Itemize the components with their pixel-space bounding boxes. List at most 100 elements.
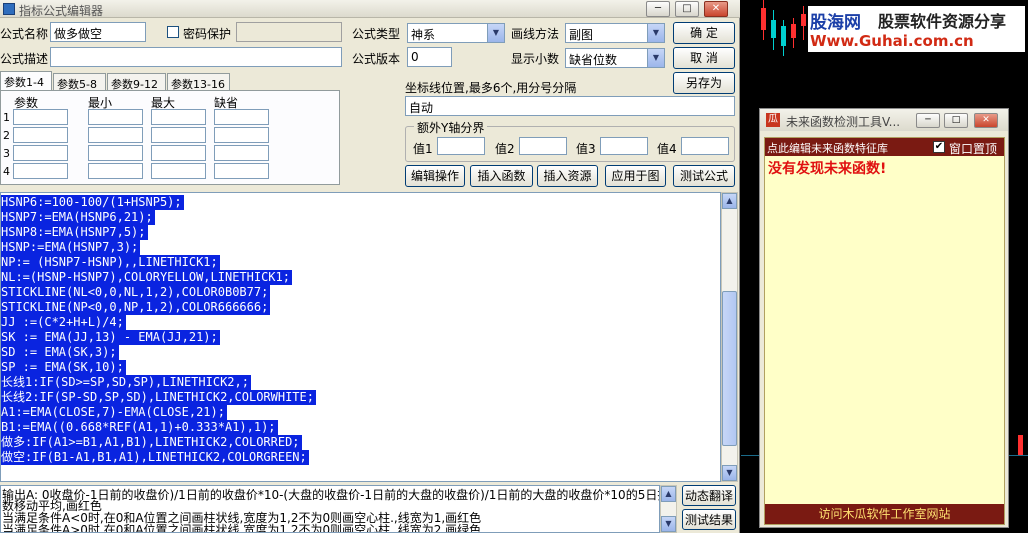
candle: [761, 8, 766, 30]
password-checkbox[interactable]: [167, 26, 179, 38]
type-select[interactable]: 神系 ▼: [407, 23, 505, 43]
param-row-number: 4: [3, 165, 10, 178]
extra-y-axis-title: 额外Y轴分界: [414, 119, 488, 136]
logo-url: Www.Guhai.com.cn: [810, 32, 974, 50]
param-row-number: 3: [3, 147, 10, 160]
param-1-name-input[interactable]: [13, 109, 68, 125]
param-2-max-input[interactable]: [151, 127, 206, 143]
test-formula-button[interactable]: 测试公式: [673, 165, 735, 187]
axis-value2-label: 值2: [495, 142, 515, 156]
decimal-label: 显示小数: [511, 52, 560, 66]
param-3-default-input[interactable]: [214, 145, 269, 161]
axis-value3-input[interactable]: [600, 137, 648, 155]
name-field[interactable]: 做多做空: [50, 22, 146, 42]
axis-field[interactable]: 自动: [405, 96, 735, 116]
visit-website-link[interactable]: 访问木瓜软件工作室网站: [765, 504, 1004, 524]
minimize-button[interactable]: ─: [646, 1, 670, 17]
param-2-default-input[interactable]: [214, 127, 269, 143]
code-line: 长线1:IF(SD>=SP,SD,SP),LINETHICK2,;: [1, 375, 251, 390]
axis-value3-label: 值3: [576, 142, 596, 156]
output-line: 当满足条件A>0时,在0和A位置之间画柱状线,宽度为1,2不为0则画空心柱.,线…: [2, 523, 482, 533]
param-row-number: 1: [3, 111, 10, 124]
site-logo: 股海网 股票软件资源分享 Www.Guhai.com.cn: [808, 6, 1025, 52]
param-4-name-input[interactable]: [13, 163, 68, 179]
output-scrollbar[interactable]: ▲ ▼: [660, 485, 677, 533]
code-line: NL:=(HSNP-HSNP7),COLORYELLOW,LINETHICK1;: [1, 270, 292, 285]
param-3-max-input[interactable]: [151, 145, 206, 161]
ok-button[interactable]: 确 定: [673, 22, 735, 44]
param-3-name-input[interactable]: [13, 145, 68, 161]
translation-output[interactable]: 输出A: 0收盘价-1日前的收盘价)/1日前的收盘价*10-(大盘的收盘价-1日…: [0, 485, 660, 533]
description-field[interactable]: [50, 47, 342, 67]
chevron-down-icon: ▼: [647, 24, 664, 42]
code-scrollbar[interactable]: ▲ ▼: [721, 192, 738, 482]
window-title: 指标公式编辑器: [19, 4, 104, 18]
draw-method-select[interactable]: 副图 ▼: [565, 23, 665, 43]
param-2-min-input[interactable]: [88, 127, 143, 143]
password-label: 密码保护: [183, 27, 232, 41]
code-line: A1:=EMA(CLOSE,7)-EMA(CLOSE,21);: [1, 405, 227, 420]
save-as-button[interactable]: 另存为: [673, 72, 735, 94]
scroll-thumb[interactable]: [722, 291, 737, 446]
tab-params-5-8[interactable]: 参数5-8: [53, 73, 106, 91]
param-4-max-input[interactable]: [151, 163, 206, 179]
param-2-name-input[interactable]: [13, 127, 68, 143]
ontop-checkbox[interactable]: ✔: [933, 141, 945, 153]
code-line: 做多:IF(A1>=B1,A1,B1),LINETHICK2,COLORRED;: [1, 435, 302, 450]
logo-slogan: 股票软件资源分享: [878, 12, 1007, 31]
cancel-button[interactable]: 取 消: [673, 47, 735, 69]
axis-label: 坐标线位置,最多6个,用分号分隔: [405, 81, 577, 95]
insert-function-button[interactable]: 插入函数: [470, 165, 533, 187]
draw-method-label: 画线方法: [511, 27, 560, 41]
dynamic-translate-button[interactable]: 动态翻译: [682, 485, 736, 506]
param-1-default-input[interactable]: [214, 109, 269, 125]
password-field[interactable]: [236, 22, 342, 42]
param-4-min-input[interactable]: [88, 163, 143, 179]
logo-site-name: 股海网: [810, 13, 861, 33]
param-1-min-input[interactable]: [88, 109, 143, 125]
code-line: STICKLINE(NL<0,0,NL,1,2),COLOR0B0B77;: [1, 285, 271, 300]
axis-value4-input[interactable]: [681, 137, 729, 155]
scroll-up-icon[interactable]: ▲: [722, 193, 737, 209]
edit-library-link[interactable]: 点此编辑未来函数特征库: [767, 140, 888, 156]
param-3-min-input[interactable]: [88, 145, 143, 161]
axis-value1-input[interactable]: [437, 137, 485, 155]
param-4-default-input[interactable]: [214, 163, 269, 179]
decimal-select[interactable]: 缺省位数 ▼: [565, 48, 665, 68]
apply-to-chart-button[interactable]: 应用于图: [605, 165, 666, 187]
scroll-up-icon[interactable]: ▲: [661, 486, 676, 502]
close-button[interactable]: ✕: [704, 1, 728, 17]
axis-value2-input[interactable]: [519, 137, 567, 155]
params-panel: 参数 最小 最大 缺省 1 2 3 4: [0, 90, 340, 185]
name-label: 公式名称: [0, 27, 49, 41]
edit-operation-button[interactable]: 编辑操作: [405, 165, 465, 187]
scroll-down-icon[interactable]: ▼: [722, 465, 737, 481]
version-field[interactable]: 0: [407, 47, 452, 67]
description-label: 公式描述: [0, 52, 49, 66]
title-bar[interactable]: 指标公式编辑器 ─ □ ✕: [0, 0, 740, 18]
candle: [1018, 435, 1023, 455]
candle: [791, 24, 796, 38]
maximize-button[interactable]: □: [944, 113, 968, 128]
scroll-down-icon[interactable]: ▼: [661, 516, 676, 532]
code-line: 长线2:IF(SP-SD,SP,SD),LINETHICK2,COLORWHIT…: [1, 390, 316, 405]
candle: [801, 14, 806, 26]
param-1-max-input[interactable]: [151, 109, 206, 125]
maximize-button[interactable]: □: [675, 1, 699, 17]
type-value: 神系: [411, 28, 436, 42]
formula-code-editor[interactable]: HSNP6:=100-100/(1+HSNP5); HSNP7:=EMA(HSN…: [0, 192, 721, 482]
minimize-button[interactable]: ─: [916, 113, 940, 128]
draw-method-value: 副图: [569, 28, 594, 42]
candle: [771, 20, 776, 38]
tab-params-13-16[interactable]: 参数13-16: [167, 73, 230, 91]
test-result-button[interactable]: 测试结果: [682, 509, 736, 530]
insert-resource-button[interactable]: 插入资源: [537, 165, 598, 187]
axis-value4-label: 值4: [657, 142, 677, 156]
close-button[interactable]: ✕: [974, 113, 998, 128]
tab-params-1-4[interactable]: 参数1-4: [0, 71, 52, 91]
param-row-number: 2: [3, 129, 10, 142]
tab-params-9-12[interactable]: 参数9-12: [107, 73, 166, 91]
future-title-bar[interactable]: 瓜 未来函数检测工具V... ─ □ ✕: [760, 109, 1008, 131]
type-label: 公式类型: [352, 27, 401, 41]
future-result-panel: 点此编辑未来函数特征库 ✔ 窗口置顶 没有发现未来函数! 访问木瓜软件工作室网站: [764, 137, 1005, 525]
